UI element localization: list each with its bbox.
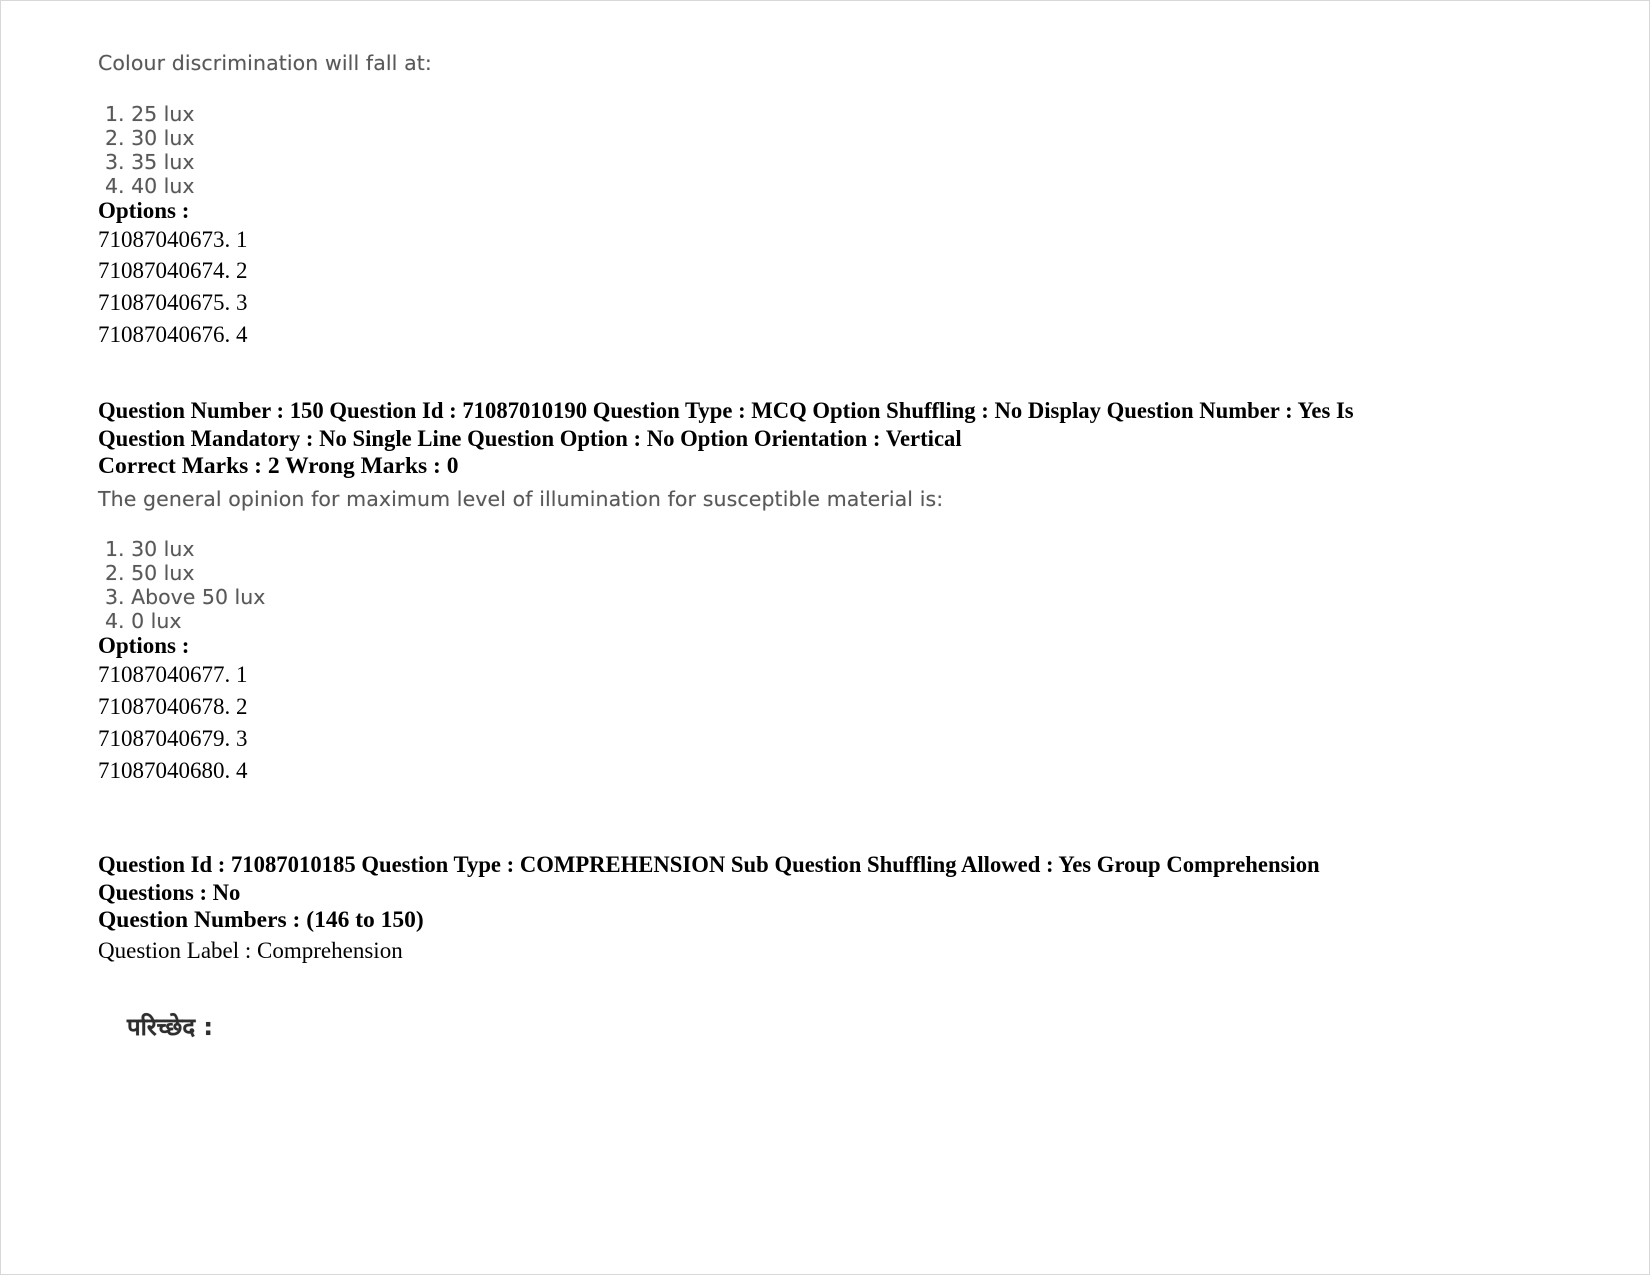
option-id-row: 71087040677. 1 [98,662,248,688]
option-id-row: 71087040674. 2 [98,258,248,284]
option-id-row: 71087040678. 2 [98,694,248,720]
question-150-metadata-header: Question Number : 150 Question Id : 7108… [98,398,1354,452]
comprehension-passage-heading: परिच्छेद : [127,1013,214,1042]
question-149-choice-list: 1. 25 lux 2. 30 lux 3. 35 lux 4. 40 lux [98,102,1498,198]
question-150-block: Question Number : 150 Question Id : 7108… [98,398,1498,787]
question-150-choice-list: 1. 30 lux 2. 50 lux 3. Above 50 lux 4. 0… [98,537,1498,633]
option-id-row: 71087040679. 3 [98,726,248,752]
option-id-row: 71087040673. 1 [98,226,248,252]
document-page: Colour discrimination will fall at: 1. 2… [0,0,1650,1275]
question-149-options-label: Options : [98,197,190,223]
question-150-marks-line: Correct Marks : 2 Wrong Marks : 0 [98,453,459,480]
page-content: Colour discrimination will fall at: 1. 2… [98,53,1498,1043]
comprehension-block: Question Id : 71087010185 Question Type … [98,852,1498,1043]
comprehension-metadata-header: Question Id : 71087010185 Question Type … [98,852,1320,906]
option-id-row: 71087040675. 3 [98,290,248,316]
choice-item[interactable]: 1. 30 lux [98,537,1498,561]
comprehension-question-numbers: Question Numbers : (146 to 150) [98,907,424,934]
question-149-stem: Colour discrimination will fall at: [98,51,432,75]
option-id-row: 71087040676. 4 [98,322,248,348]
choice-item[interactable]: 4. 0 lux [98,609,1498,633]
choice-item[interactable]: 3. 35 lux [98,150,1498,174]
choice-item[interactable]: 2. 50 lux [98,561,1498,585]
question-150-stem: The general opinion for maximum level of… [98,486,944,511]
choice-item[interactable]: 3. Above 50 lux [98,585,1498,609]
choice-item[interactable]: 4. 40 lux [98,174,1498,198]
question-150-options-label: Options : [98,633,190,659]
choice-item[interactable]: 2. 30 lux [98,126,1498,150]
question-150-option-id-list: 71087040677. 1 71087040678. 2 7108704067… [98,659,1498,787]
question-149-option-id-list: 71087040673. 1 71087040674. 2 7108704067… [98,224,1498,352]
option-id-row: 71087040680. 4 [98,758,248,784]
comprehension-question-label: Question Label : Comprehension [98,937,403,963]
question-149-block: Colour discrimination will fall at: 1. 2… [98,53,1498,351]
choice-item[interactable]: 1. 25 lux [98,102,1498,126]
